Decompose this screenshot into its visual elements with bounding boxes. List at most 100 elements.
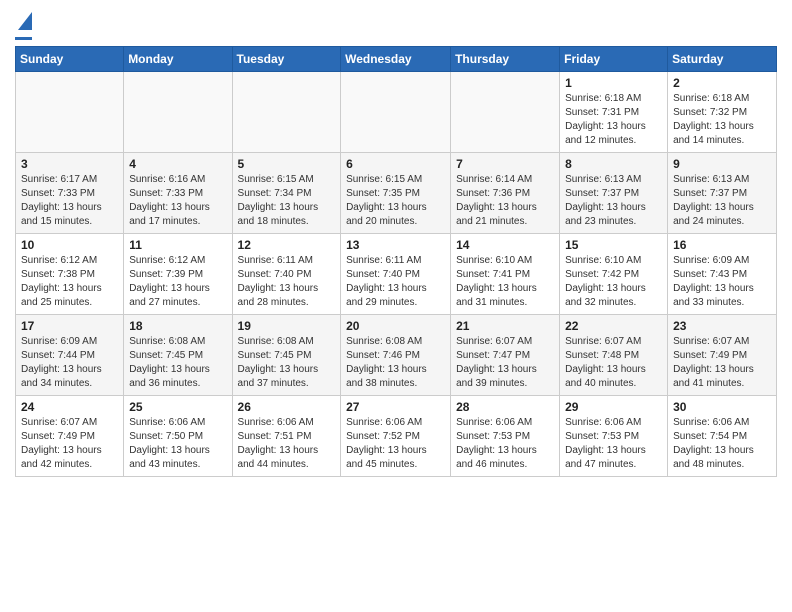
column-header-tuesday: Tuesday <box>232 47 341 72</box>
column-header-thursday: Thursday <box>451 47 560 72</box>
calendar-cell: 26 Sunrise: 6:06 AMSunset: 7:51 PMDayligh… <box>232 396 341 477</box>
day-info: Sunrise: 6:18 AMSunset: 7:32 PMDaylight:… <box>673 92 771 148</box>
calendar-cell: 14 Sunrise: 6:10 AMSunset: 7:41 PMDayligh… <box>451 234 560 315</box>
day-number: 7 <box>456 157 554 171</box>
day-number: 5 <box>238 157 336 171</box>
day-number: 26 <box>238 400 336 414</box>
day-number: 1 <box>565 76 662 90</box>
day-number: 9 <box>673 157 771 171</box>
day-info: Sunrise: 6:06 AMSunset: 7:54 PMDaylight:… <box>673 416 771 472</box>
calendar-cell: 16 Sunrise: 6:09 AMSunset: 7:43 PMDayligh… <box>668 234 777 315</box>
day-info: Sunrise: 6:09 AMSunset: 7:43 PMDaylight:… <box>673 254 771 310</box>
day-number: 30 <box>673 400 771 414</box>
day-info: Sunrise: 6:10 AMSunset: 7:41 PMDaylight:… <box>456 254 554 310</box>
day-number: 16 <box>673 238 771 252</box>
calendar-week-4: 17Sunrise: 6:09 AMSunset: 7:44 PMDayligh… <box>16 315 777 396</box>
day-number: 13 <box>346 238 445 252</box>
day-number: 21 <box>456 319 554 333</box>
day-info: Sunrise: 6:18 AMSunset: 7:31 PMDaylight:… <box>565 92 662 148</box>
day-info: Sunrise: 6:07 AMSunset: 7:49 PMDaylight:… <box>673 335 771 391</box>
calendar-week-3: 10 Sunrise: 6:12 AMSunset: 7:38 PMDayligh… <box>16 234 777 315</box>
day-info: Sunrise: 6:13 AMSunset: 7:37 PMDaylight:… <box>565 173 662 229</box>
day-number: 6 <box>346 157 445 171</box>
day-info: Sunrise: 6:11 AMSunset: 7:40 PMDaylight:… <box>346 254 445 310</box>
calendar-cell: 17Sunrise: 6:09 AMSunset: 7:44 PMDayligh… <box>16 315 124 396</box>
calendar-cell: 6 Sunrise: 6:15 AMSunset: 7:35 PMDaylight… <box>341 153 451 234</box>
logo-triangle-icon <box>18 12 32 35</box>
calendar-cell: 29 Sunrise: 6:06 AMSunset: 7:53 PMDayligh… <box>560 396 668 477</box>
day-number: 3 <box>21 157 118 171</box>
day-info: Sunrise: 6:12 AMSunset: 7:38 PMDaylight:… <box>21 254 118 310</box>
day-info: Sunrise: 6:06 AMSunset: 7:51 PMDaylight:… <box>238 416 336 472</box>
calendar-week-1: 1 Sunrise: 6:18 AMSunset: 7:31 PMDaylight… <box>16 72 777 153</box>
calendar-cell: 23 Sunrise: 6:07 AMSunset: 7:49 PMDayligh… <box>668 315 777 396</box>
day-number: 10 <box>21 238 118 252</box>
day-info: Sunrise: 6:13 AMSunset: 7:37 PMDaylight:… <box>673 173 771 229</box>
day-number: 20 <box>346 319 445 333</box>
day-number: 2 <box>673 76 771 90</box>
day-info: Sunrise: 6:08 AMSunset: 7:45 PMDaylight:… <box>238 335 336 391</box>
calendar-table: SundayMondayTuesdayWednesdayThursdayFrid… <box>15 46 777 477</box>
day-info: Sunrise: 6:15 AMSunset: 7:34 PMDaylight:… <box>238 173 336 229</box>
day-info: Sunrise: 6:06 AMSunset: 7:53 PMDaylight:… <box>565 416 662 472</box>
day-number: 18 <box>129 319 226 333</box>
calendar-cell: 11 Sunrise: 6:12 AMSunset: 7:39 PMDayligh… <box>124 234 232 315</box>
day-info: Sunrise: 6:17 AMSunset: 7:33 PMDaylight:… <box>21 173 118 229</box>
calendar-cell <box>232 72 341 153</box>
day-info: Sunrise: 6:08 AMSunset: 7:46 PMDaylight:… <box>346 335 445 391</box>
column-header-wednesday: Wednesday <box>341 47 451 72</box>
day-info: Sunrise: 6:07 AMSunset: 7:47 PMDaylight:… <box>456 335 554 391</box>
day-number: 15 <box>565 238 662 252</box>
calendar-cell: 21 Sunrise: 6:07 AMSunset: 7:47 PMDayligh… <box>451 315 560 396</box>
day-info: Sunrise: 6:06 AMSunset: 7:53 PMDaylight:… <box>456 416 554 472</box>
day-number: 19 <box>238 319 336 333</box>
logo-underline <box>15 37 32 40</box>
day-info: Sunrise: 6:06 AMSunset: 7:52 PMDaylight:… <box>346 416 445 472</box>
page-header <box>15 10 777 40</box>
calendar-cell: 9 Sunrise: 6:13 AMSunset: 7:37 PMDaylight… <box>668 153 777 234</box>
calendar-cell <box>16 72 124 153</box>
calendar-cell: 3 Sunrise: 6:17 AMSunset: 7:33 PMDaylight… <box>16 153 124 234</box>
calendar-cell: 13 Sunrise: 6:11 AMSunset: 7:40 PMDayligh… <box>341 234 451 315</box>
day-info: Sunrise: 6:11 AMSunset: 7:40 PMDaylight:… <box>238 254 336 310</box>
day-info: Sunrise: 6:07 AMSunset: 7:49 PMDaylight:… <box>21 416 118 472</box>
day-info: Sunrise: 6:07 AMSunset: 7:48 PMDaylight:… <box>565 335 662 391</box>
day-number: 25 <box>129 400 226 414</box>
calendar-cell: 15 Sunrise: 6:10 AMSunset: 7:42 PMDayligh… <box>560 234 668 315</box>
day-number: 22 <box>565 319 662 333</box>
calendar-cell: 20 Sunrise: 6:08 AMSunset: 7:46 PMDayligh… <box>341 315 451 396</box>
logo <box>15 16 32 40</box>
day-info: Sunrise: 6:10 AMSunset: 7:42 PMDaylight:… <box>565 254 662 310</box>
calendar-cell <box>341 72 451 153</box>
column-header-saturday: Saturday <box>668 47 777 72</box>
day-info: Sunrise: 6:06 AMSunset: 7:50 PMDaylight:… <box>129 416 226 472</box>
day-number: 23 <box>673 319 771 333</box>
day-number: 27 <box>346 400 445 414</box>
calendar-cell <box>451 72 560 153</box>
day-info: Sunrise: 6:09 AMSunset: 7:44 PMDaylight:… <box>21 335 118 391</box>
calendar-cell <box>124 72 232 153</box>
day-number: 14 <box>456 238 554 252</box>
calendar-cell: 12Sunrise: 6:11 AMSunset: 7:40 PMDayligh… <box>232 234 341 315</box>
calendar-cell: 30 Sunrise: 6:06 AMSunset: 7:54 PMDayligh… <box>668 396 777 477</box>
day-number: 4 <box>129 157 226 171</box>
day-number: 28 <box>456 400 554 414</box>
calendar-cell: 4 Sunrise: 6:16 AMSunset: 7:33 PMDaylight… <box>124 153 232 234</box>
calendar-cell: 19 Sunrise: 6:08 AMSunset: 7:45 PMDayligh… <box>232 315 341 396</box>
calendar-cell: 10 Sunrise: 6:12 AMSunset: 7:38 PMDayligh… <box>16 234 124 315</box>
calendar-cell: 24Sunrise: 6:07 AMSunset: 7:49 PMDayligh… <box>16 396 124 477</box>
calendar-cell: 1 Sunrise: 6:18 AMSunset: 7:31 PMDaylight… <box>560 72 668 153</box>
day-info: Sunrise: 6:16 AMSunset: 7:33 PMDaylight:… <box>129 173 226 229</box>
day-info: Sunrise: 6:12 AMSunset: 7:39 PMDaylight:… <box>129 254 226 310</box>
calendar-cell: 25 Sunrise: 6:06 AMSunset: 7:50 PMDayligh… <box>124 396 232 477</box>
calendar-cell: 27 Sunrise: 6:06 AMSunset: 7:52 PMDayligh… <box>341 396 451 477</box>
day-info: Sunrise: 6:14 AMSunset: 7:36 PMDaylight:… <box>456 173 554 229</box>
calendar-header-row: SundayMondayTuesdayWednesdayThursdayFrid… <box>16 47 777 72</box>
calendar-cell: 2 Sunrise: 6:18 AMSunset: 7:32 PMDaylight… <box>668 72 777 153</box>
column-header-friday: Friday <box>560 47 668 72</box>
day-info: Sunrise: 6:15 AMSunset: 7:35 PMDaylight:… <box>346 173 445 229</box>
day-number: 11 <box>129 238 226 252</box>
calendar-cell: 22 Sunrise: 6:07 AMSunset: 7:48 PMDayligh… <box>560 315 668 396</box>
day-number: 29 <box>565 400 662 414</box>
calendar-cell: 28 Sunrise: 6:06 AMSunset: 7:53 PMDayligh… <box>451 396 560 477</box>
